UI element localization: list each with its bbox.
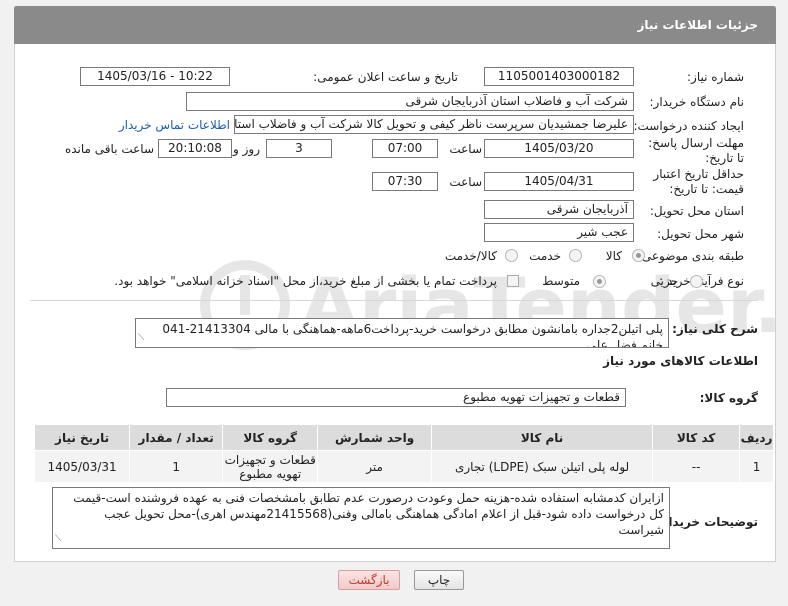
- section-divider: [30, 300, 758, 301]
- validity-time-field: 07:30: [372, 172, 438, 191]
- table-row: 1 -- لوله پلی اتیلن سبک (LDPE) تجاری متر…: [33, 450, 774, 483]
- col-group: گروه کالا: [222, 424, 319, 451]
- deadline-time-field: 07:00: [372, 139, 438, 158]
- category-label: طبقه بندی موضوعی:: [637, 249, 744, 263]
- page-title: جزئیات اطلاعات نیاز: [14, 6, 776, 44]
- back-button[interactable]: بازگشت: [338, 570, 400, 590]
- cell-date: 1405/03/31: [33, 450, 131, 483]
- buyer-field: شرکت آب و فاضلاب استان آذربایجان شرقی: [186, 92, 634, 111]
- process-radio-minor[interactable]: [690, 275, 703, 288]
- validity-date-field: 1405/04/31: [484, 172, 634, 191]
- category-radio-goods[interactable]: [632, 249, 645, 262]
- col-date: تاریخ نیاز: [33, 424, 131, 451]
- goods-group-field: قطعات و تجهیزات تهویه مطبوع: [166, 388, 626, 407]
- process-option-medium: متوسط: [542, 274, 580, 288]
- validity-label: حداقل تاریخ اعتبار قیمت: تا تاریخ:: [653, 167, 744, 196]
- category-radio-goods-service[interactable]: [505, 249, 518, 262]
- province-label: استان محل تحویل:: [649, 204, 744, 218]
- col-row: ردیف: [739, 424, 774, 451]
- category-radio-service[interactable]: [569, 249, 582, 262]
- deadline-label: مهلت ارسال پاسخ: تا تاریخ:: [648, 136, 744, 165]
- buyer-notes-text: ازایران کدمشابه استفاده شده-هزینه حمل وع…: [73, 491, 664, 537]
- description-label: شرح کلی نیاز:: [672, 322, 758, 336]
- deadline-time-label: ساعت: [449, 142, 482, 156]
- cell-unit: متر: [317, 450, 432, 483]
- buyer-notes-textarea[interactable]: ازایران کدمشابه استفاده شده-هزینه حمل وع…: [52, 487, 670, 549]
- items-table: ردیف کد کالا نام کالا واحد شمارش گروه کا…: [33, 424, 774, 483]
- need-number-field: 1105001403000182: [484, 67, 634, 86]
- treasury-note: پرداخت تمام یا بخشی از مبلغ خرید،از محل …: [114, 274, 497, 288]
- table-header-row: ردیف کد کالا نام کالا واحد شمارش گروه کا…: [33, 424, 774, 451]
- city-field: عجب شیر: [484, 223, 634, 242]
- province-field: آذربایجان شرقی: [484, 200, 634, 219]
- category-option-goods-service: کالا/خدمت: [444, 249, 497, 263]
- col-qty: تعداد / مقدار: [129, 424, 224, 451]
- process-radio-medium[interactable]: [593, 275, 606, 288]
- process-option-minor: جزیی: [650, 274, 678, 288]
- deadline-days-field: 3: [266, 139, 332, 158]
- goods-section-title: اطلاعات کالاهای مورد نیاز: [603, 354, 758, 368]
- deadline-days-label: روز و: [233, 142, 260, 156]
- resize-grip-icon: ⟋: [138, 333, 145, 343]
- category-option-service: خدمت: [529, 249, 561, 263]
- announce-field: 1405/03/16 - 10:22: [80, 67, 230, 86]
- category-option-goods: کالا: [605, 249, 622, 263]
- buyer-label: نام دستگاه خریدار:: [649, 95, 745, 109]
- buyer-notes-label: توضیحات خریدار:: [656, 515, 758, 529]
- buyer-contact-link[interactable]: اطلاعات تماس خریدار: [119, 118, 230, 132]
- cell-qty: 1: [129, 450, 224, 483]
- creator-field: علیرضا جمشیدیان سرپرست ناظر کیفی و تحویل…: [234, 115, 634, 134]
- remaining-time-label: ساعت باقی مانده: [64, 142, 154, 156]
- cell-group: قطعات و تجهیزات تهویه مطبوع: [222, 450, 319, 483]
- description-text: پلی اتیلن2جداره بامانشون مطابق درخواست خ…: [162, 322, 663, 348]
- city-label: شهر محل تحویل:: [657, 227, 744, 241]
- remaining-time-field: 20:10:08: [158, 139, 232, 158]
- announce-label: تاریخ و ساعت اعلان عمومی:: [313, 70, 458, 84]
- validity-time-label: ساعت: [449, 175, 482, 189]
- description-textarea[interactable]: پلی اتیلن2جداره بامانشون مطابق درخواست خ…: [135, 318, 669, 348]
- resize-grip-icon: ⟋: [55, 534, 62, 544]
- col-code: کد کالا: [652, 424, 741, 451]
- print-button[interactable]: چاپ: [414, 570, 464, 590]
- cell-name: لوله پلی اتیلن سبک (LDPE) تجاری: [430, 450, 654, 483]
- creator-label: ایجاد کننده درخواست:: [633, 119, 744, 133]
- cell-code: --: [652, 450, 741, 483]
- col-unit: واحد شمارش: [317, 424, 432, 451]
- col-name: نام کالا: [430, 424, 654, 451]
- deadline-date-field: 1405/03/20: [484, 139, 634, 158]
- cell-row: 1: [739, 450, 774, 483]
- goods-group-label: گروه کالا:: [699, 391, 758, 405]
- treasury-checkbox[interactable]: [507, 275, 519, 287]
- need-number-label: شماره نیاز:: [687, 70, 744, 84]
